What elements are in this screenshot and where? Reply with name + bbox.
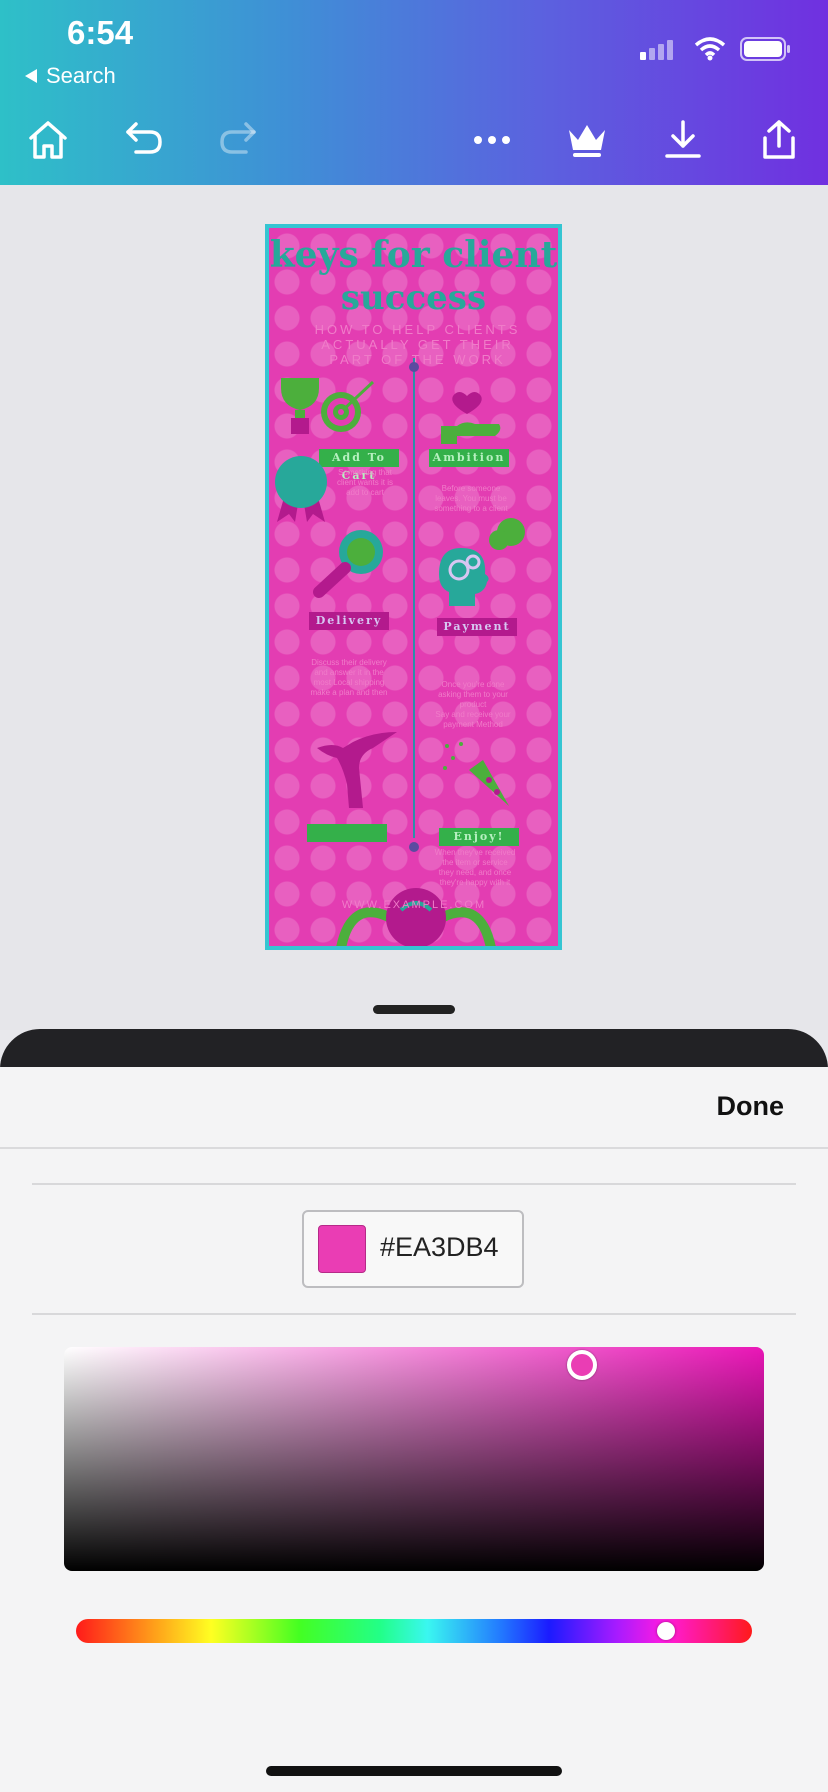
label-add-to-cart: Add To Cart [319, 449, 399, 482]
hex-value: #EA3DB4 [380, 1232, 499, 1262]
more-button[interactable] [462, 110, 522, 170]
design-title-line2: success [340, 278, 487, 318]
back-label: Search [46, 63, 116, 88]
divider-top [32, 1183, 796, 1185]
label-enjoy: Enjoy! [439, 828, 519, 846]
app-header: 6:54 Search [0, 0, 828, 185]
saturation-picker-handle[interactable] [567, 1349, 597, 1380]
done-button[interactable]: Done [717, 1091, 785, 1122]
heart-hand-graphic [441, 392, 501, 444]
back-triangle-icon [25, 69, 37, 83]
undo-icon [126, 122, 162, 154]
timeline-dot-bottom [409, 842, 419, 852]
signal-icon [640, 40, 673, 60]
infographic-design[interactable]: keys for client success HOW TO HELP CLIE… [265, 224, 562, 950]
color-swatch [318, 1225, 366, 1273]
hue-slider[interactable] [76, 1619, 752, 1643]
saturation-brightness-picker[interactable] [64, 1347, 764, 1571]
label-delivery: Delivery [309, 612, 389, 630]
share-button[interactable] [749, 110, 809, 170]
premium-button[interactable] [557, 110, 617, 170]
home-icon [29, 121, 67, 159]
text-left-1: Something that client wants it is add to… [336, 468, 394, 497]
text-left-2: Discuss their delivery and answer it in … [310, 658, 388, 697]
status-time: 6:54 [67, 14, 134, 51]
editor-toolbar [0, 110, 828, 170]
timeline-dot-top [409, 362, 419, 372]
handstand-figure-graphic [317, 732, 397, 808]
battery-icon [740, 37, 790, 61]
redo-button[interactable] [208, 110, 268, 170]
color-picker-sheet: Done #EA3DB4 [0, 1067, 828, 1792]
divider-bottom [32, 1313, 796, 1315]
design-subtitle-line1: HOW TO HELP CLIENTS [314, 322, 521, 337]
hue-slider-handle[interactable] [657, 1622, 676, 1640]
timeline-line [413, 358, 415, 838]
trophy-target-graphic [281, 378, 375, 434]
head-gears-graphic [439, 518, 525, 606]
back-to-search[interactable]: Search [24, 63, 116, 89]
label-payment: Payment [437, 618, 517, 636]
label-ambition: Ambition [429, 449, 509, 467]
design-title-line1: keys for client [269, 234, 558, 276]
redo-icon [220, 122, 256, 154]
text-right-1: Before someone leaves. You must be somet… [434, 484, 508, 513]
sheet-drag-handle[interactable] [373, 1005, 455, 1014]
home-button[interactable] [18, 110, 78, 170]
rosette-graphic [275, 456, 327, 522]
share-icon [763, 120, 795, 159]
crown-icon [569, 125, 605, 157]
download-button[interactable] [653, 110, 713, 170]
hex-color-input[interactable]: #EA3DB4 [302, 1210, 524, 1288]
design-subtitle-line2: ACTUALLY GET THEIR [321, 337, 514, 352]
magnifier-graphic [313, 530, 383, 598]
home-indicator [266, 1766, 562, 1776]
sheet-top-edge [0, 1029, 828, 1069]
text-right-2: Once you're done asking them to your pro… [435, 680, 511, 729]
sheet-header: Done [0, 1067, 828, 1149]
footer-url: WWW.EXAMPLE.COM [341, 899, 487, 911]
status-icons [640, 36, 792, 62]
more-icon [474, 136, 510, 144]
wifi-icon [694, 37, 726, 61]
download-icon [665, 120, 701, 158]
green-bar-empty [307, 824, 387, 842]
undo-button[interactable] [114, 110, 174, 170]
party-popper-graphic [443, 742, 509, 806]
